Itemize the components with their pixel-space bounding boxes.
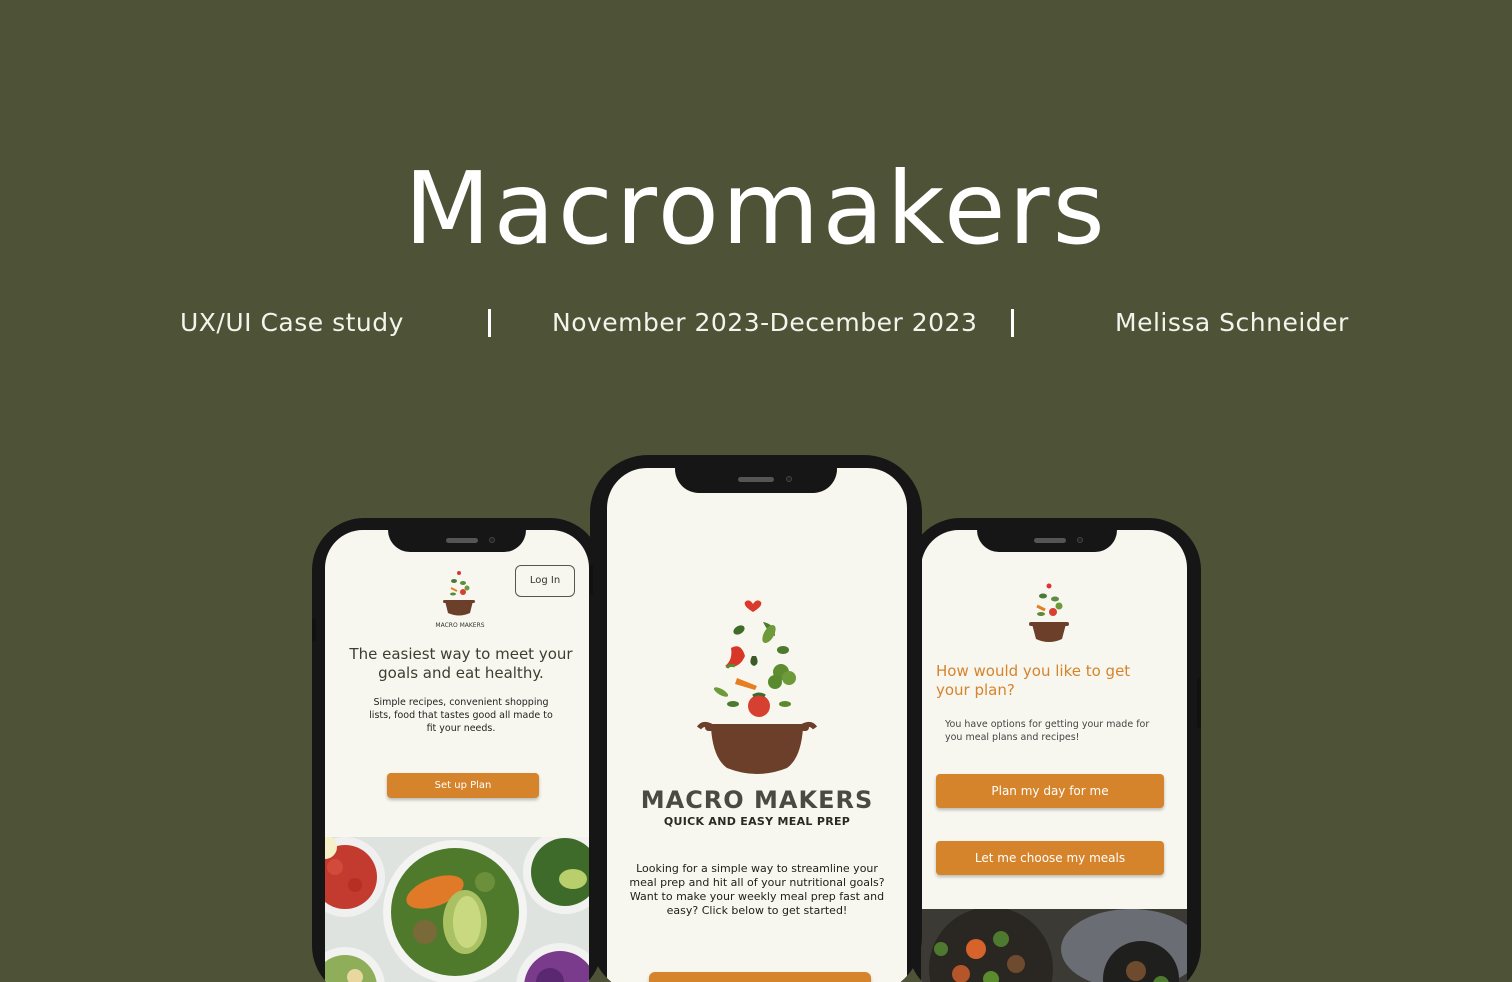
headline: The easiest way to meet your goals and e… [349, 645, 573, 682]
page-title: Macromakers [404, 150, 1108, 267]
set-up-plan-button[interactable]: Set up Plan [387, 773, 539, 798]
plan-my-day-button[interactable]: Plan my day for me [936, 774, 1164, 808]
divider [1011, 309, 1014, 337]
author-name: Melissa Schneider [1115, 308, 1349, 337]
phone-mockup-center: MACRO MAKERS QUICK AND EASY MEAL PREP Lo… [590, 455, 922, 982]
side-button [312, 618, 316, 642]
speaker [446, 538, 478, 543]
project-dates: November 2023-December 2023 [552, 308, 978, 337]
case-study-type: UX/UI Case study [180, 308, 404, 337]
salad-photo [325, 837, 589, 982]
brand-name: MACRO MAKERS [640, 786, 874, 814]
side-button [590, 565, 593, 595]
macro-makers-logo-icon [697, 600, 817, 774]
speaker [1034, 538, 1066, 543]
speaker [738, 477, 774, 482]
subtext: Simple recipes, convenient shopping list… [369, 697, 553, 734]
login-button[interactable]: Log In [515, 565, 575, 597]
phone-screen-center: MACRO MAKERS QUICK AND EASY MEAL PREP Lo… [607, 468, 907, 982]
side-button [1197, 678, 1201, 728]
macro-makers-logo-icon [443, 571, 475, 616]
camera [489, 537, 495, 543]
choose-meals-button[interactable]: Let me choose my meals [936, 841, 1164, 875]
divider [488, 309, 491, 337]
plan-subtext: You have options for getting your made f… [945, 719, 1150, 743]
camera [786, 476, 792, 482]
get-started-button[interactable] [649, 972, 871, 982]
phone-screen-right: How would you like to get your plan? You… [921, 530, 1187, 982]
plan-question: How would you like to get your plan? [936, 662, 1131, 699]
meal-photo [921, 909, 1187, 982]
camera [1077, 537, 1083, 543]
phone-screen-left: Log In MACRO MAKERS The easiest way to m… [325, 530, 589, 982]
phone-mockup-right: How would you like to get your plan? You… [908, 518, 1201, 982]
macro-makers-logo-icon [1029, 583, 1069, 642]
phone-mockup-left: Log In MACRO MAKERS The easiest way to m… [312, 518, 602, 982]
brand-tagline: QUICK AND EASY MEAL PREP [663, 815, 851, 828]
intro-text: Looking for a simple way to streamline y… [629, 862, 885, 917]
logo-caption: MACRO MAKERS [435, 622, 485, 629]
